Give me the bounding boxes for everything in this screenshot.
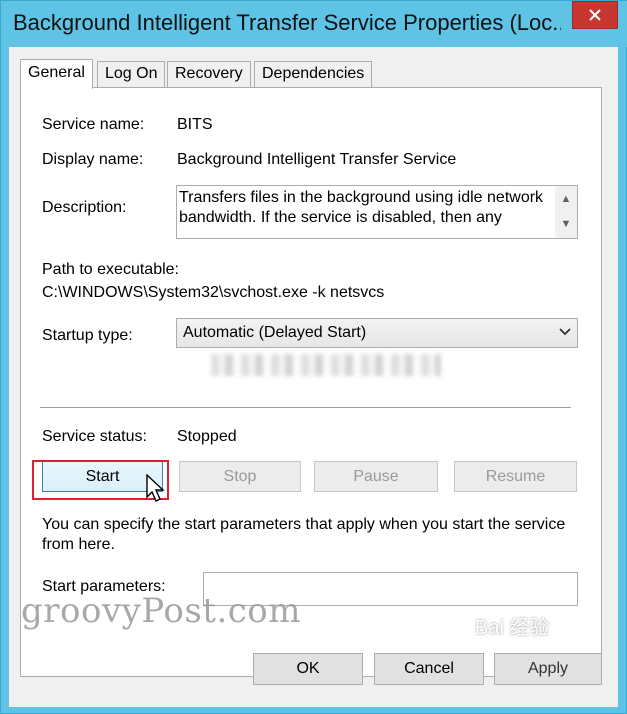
baidu-watermark: Bai 经验 (475, 617, 550, 639)
tab-recovery[interactable]: Recovery (167, 61, 251, 87)
description-label: Description: (42, 199, 127, 216)
title-bar[interactable]: Background Intelligent Transfer Service … (1, 1, 627, 47)
ok-button[interactable]: OK (253, 653, 363, 685)
stop-button[interactable]: Stop (179, 461, 301, 492)
general-tab-panel: Service name: BITS Display name: Backgro… (20, 87, 602, 677)
mouse-cursor-icon (146, 474, 165, 502)
display-name-value: Background Intelligent Transfer Service (177, 151, 457, 168)
description-field[interactable]: Transfers files in the background using … (176, 185, 578, 239)
startup-type-value: Automatic (Delayed Start) (183, 324, 367, 341)
properties-window: Background Intelligent Transfer Service … (0, 0, 627, 714)
startup-type-label: Startup type: (42, 327, 133, 344)
tab-dependencies[interactable]: Dependencies (254, 61, 373, 87)
display-name-label: Display name: (42, 151, 144, 168)
service-status-label: Service status: (42, 428, 147, 445)
pause-button[interactable]: Pause (314, 461, 438, 492)
description-text: Transfers files in the background using … (179, 189, 544, 226)
scroll-up-icon[interactable]: ▲ (559, 192, 573, 206)
service-name-label: Service name: (42, 116, 145, 133)
window-title: Background Intelligent Transfer Service … (13, 10, 561, 35)
apply-button[interactable]: Apply (494, 653, 602, 685)
chevron-down-icon (559, 328, 571, 336)
resume-button[interactable]: Resume (454, 461, 577, 492)
start-params-hint: You can specify the start parameters tha… (42, 516, 566, 553)
service-status-value: Stopped (177, 428, 237, 445)
close-button[interactable] (572, 1, 618, 29)
groovypost-watermark: groovyPost.com (21, 591, 302, 631)
close-icon (589, 9, 601, 21)
blurred-region (211, 354, 441, 376)
separator (40, 407, 571, 408)
tab-log-on[interactable]: Log On (97, 61, 166, 87)
startup-type-dropdown[interactable]: Automatic (Delayed Start) (176, 318, 578, 348)
tab-general[interactable]: General (20, 59, 93, 89)
cancel-button[interactable]: Cancel (374, 653, 484, 685)
scroll-down-icon[interactable]: ▼ (559, 217, 573, 231)
description-scrollbar[interactable]: ▲ ▼ (555, 186, 577, 238)
service-name-value: BITS (177, 116, 213, 133)
path-label: Path to executable: (42, 261, 179, 278)
path-value: C:\WINDOWS\System32\svchost.exe -k netsv… (42, 284, 385, 301)
